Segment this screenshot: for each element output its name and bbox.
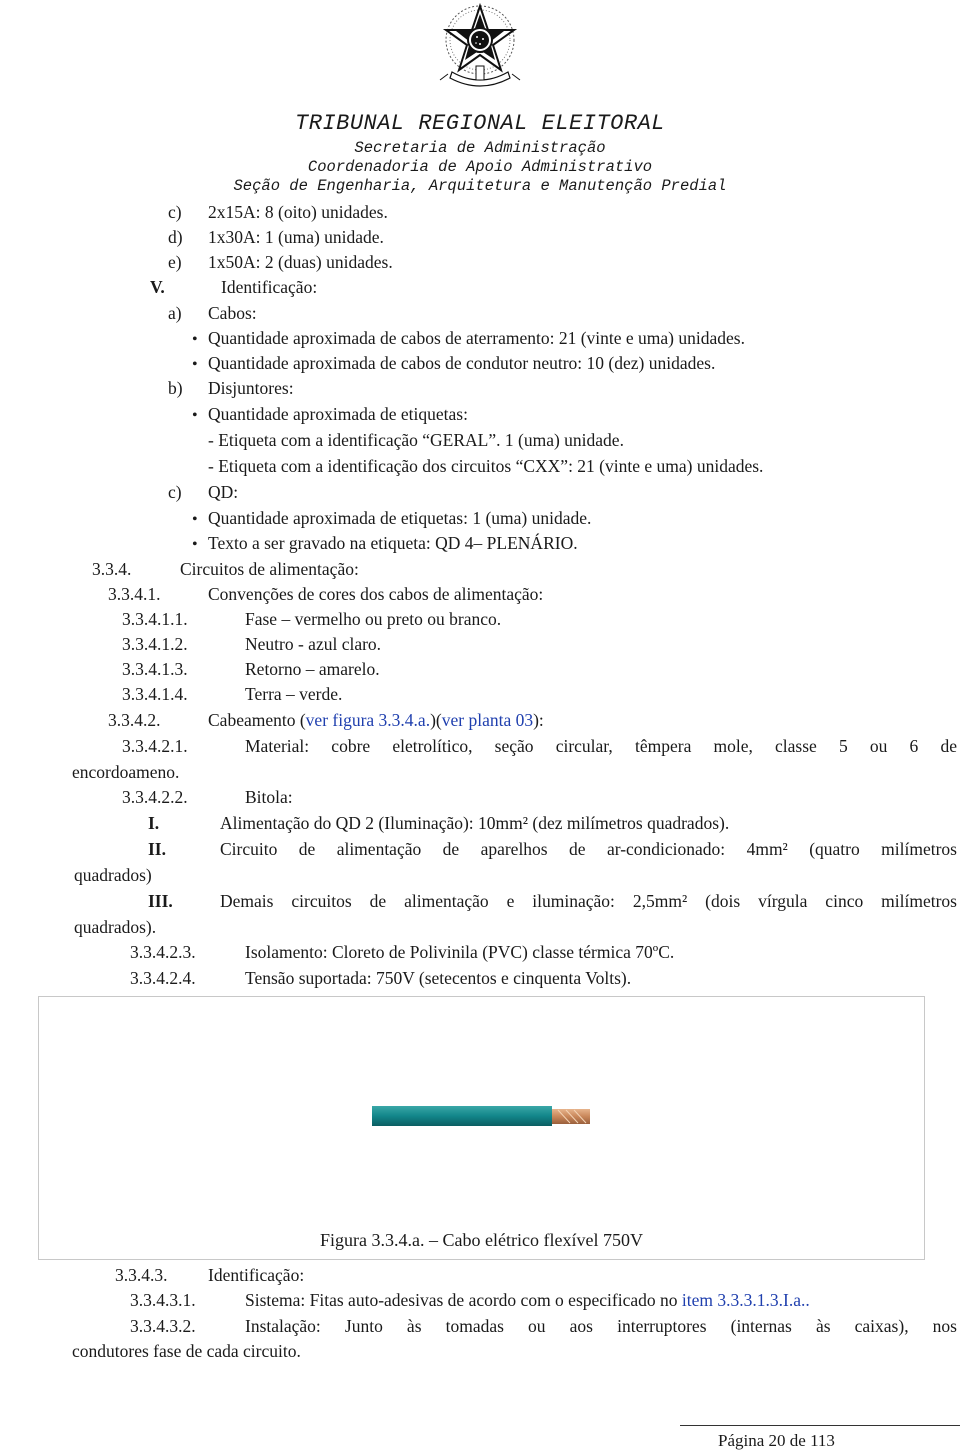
- section-number: 3.3.4.2.2.: [122, 787, 188, 807]
- list-marker: a): [168, 303, 182, 323]
- section-number: 3.3.4.2.: [108, 710, 161, 730]
- paragraph-line: Instalação: Junto às tomadas ou aos inte…: [245, 1316, 957, 1336]
- bullet-item: Quantidade aproximada de cabos de aterra…: [192, 327, 745, 351]
- color-convention: Fase – vermelho ou preto ou branco.: [245, 609, 502, 629]
- section-heading: Identificação:: [221, 277, 318, 297]
- color-convention: Neutro - azul claro.: [245, 634, 382, 654]
- header-line-2: Coordenadoria de Apoio Administrativo: [307, 158, 653, 176]
- sub-item: - Etiqueta com a identificação “GERAL”. …: [208, 430, 624, 450]
- plan-link[interactable]: ver planta 03: [442, 710, 533, 730]
- gauge-item: Alimentação do QD 2 (Iluminação): 10mm² …: [220, 813, 730, 833]
- paragraph-line: condutores fase de cada circuito.: [72, 1341, 301, 1361]
- figure-link[interactable]: ver figura 3.3.4.a.: [306, 710, 430, 730]
- gauge-item-cont: quadrados): [74, 865, 152, 885]
- figure-frame: Figura 3.3.4.a. – Cabo elétrico flexível…: [38, 996, 925, 1260]
- list-marker: b): [168, 378, 183, 398]
- roman-marker: II.: [148, 839, 166, 859]
- section-number: 3.3.4.1.2.: [122, 634, 188, 654]
- paragraph-line: encordoameno.: [72, 762, 180, 782]
- coat-of-arms-emblem: [439, 2, 521, 87]
- section-number: 3.3.4.3.: [115, 1265, 168, 1285]
- section-heading: Identificação:: [208, 1265, 305, 1285]
- list-marker: d): [168, 227, 183, 247]
- list-item: Cabos:: [208, 303, 257, 323]
- list-marker: e): [168, 252, 182, 272]
- bullet-text: Quantidade aproximada de cabos de aterra…: [208, 328, 745, 348]
- bullet-text: Texto a ser gravado na etiqueta: QD 4– P…: [208, 533, 578, 553]
- list-item: 2x15A: 8 (oito) unidades.: [208, 202, 388, 222]
- section-heading: Cabeamento (ver figura 3.3.4.a.)(ver pla…: [208, 709, 544, 731]
- heading-text: Cabeamento (: [208, 710, 306, 730]
- section-number: 3.3.4.2.3.: [130, 942, 196, 962]
- gauge-item: Circuito de alimentação de aparelhos de …: [220, 839, 957, 859]
- paragraph: Isolamento: Cloreto de Polivinila (PVC) …: [245, 942, 675, 962]
- bullet-item: Quantidade aproximada de etiquetas:: [192, 403, 468, 427]
- list-item: QD:: [208, 482, 239, 502]
- list-item: Disjuntores:: [208, 378, 294, 398]
- cable-image: [372, 1106, 590, 1126]
- color-convention: Terra – verde.: [245, 684, 343, 704]
- figure-caption: Figura 3.3.4.a. – Cabo elétrico flexível…: [320, 1230, 643, 1250]
- section-number: 3.3.4.1.4.: [122, 684, 188, 704]
- paragraph: Sistema: Fitas auto-adesivas de acordo c…: [245, 1289, 810, 1311]
- gauge-item-cont: quadrados).: [74, 917, 157, 937]
- list-item: 1x50A: 2 (duas) unidades.: [208, 252, 393, 272]
- sub-item: - Etiqueta com a identificação dos circu…: [208, 456, 764, 476]
- item-link[interactable]: item 3.3.3.1.3.I.a..: [682, 1290, 810, 1310]
- paragraph-line: Material: cobre eletrolítico, seção circ…: [245, 736, 957, 756]
- heading-text: ):: [533, 710, 544, 730]
- page-number: Página 20 de 113: [718, 1431, 835, 1450]
- org-title: TRIBUNAL REGIONAL ELEITORAL: [295, 111, 665, 136]
- section-number: 3.3.4.1.1.: [122, 609, 188, 629]
- bullet-text: Quantidade aproximada de etiquetas:: [208, 404, 468, 424]
- section-marker: V.: [150, 277, 165, 297]
- list-marker: c): [168, 482, 182, 502]
- bullet-text: Quantidade aproximada de etiquetas: 1 (u…: [208, 508, 592, 528]
- color-convention: Retorno – amarelo.: [245, 659, 380, 679]
- bullet-item: Quantidade aproximada de etiquetas: 1 (u…: [192, 507, 591, 531]
- list-item: 1x30A: 1 (uma) unidade.: [208, 227, 384, 247]
- roman-marker: I.: [148, 813, 160, 833]
- section-number: 3.3.4.3.1.: [130, 1290, 196, 1310]
- footer-divider: [680, 1425, 960, 1426]
- paragraph: Tensão suportada: 750V (setecentos e cin…: [245, 968, 632, 988]
- section-heading: Convenções de cores dos cabos de aliment…: [208, 584, 544, 604]
- bullet-text: Quantidade aproximada de cabos de condut…: [208, 353, 716, 373]
- paragraph-text: Sistema: Fitas auto-adesivas de acordo c…: [245, 1290, 682, 1310]
- gauge-item: Demais circuitos de alimentação e ilumin…: [220, 891, 957, 911]
- section-heading: Bitola:: [245, 787, 293, 807]
- section-heading: Circuitos de alimentação:: [180, 559, 359, 579]
- header-line-1: Secretaria de Administração: [354, 139, 606, 157]
- header-line-3: Seção de Engenharia, Arquitetura e Manut…: [233, 177, 727, 195]
- section-number: 3.3.4.2.4.: [130, 968, 196, 988]
- section-number: 3.3.4.: [92, 559, 132, 579]
- section-number: 3.3.4.2.1.: [122, 736, 188, 756]
- section-number: 3.3.4.3.2.: [130, 1316, 196, 1336]
- section-number: 3.3.4.1.3.: [122, 659, 188, 679]
- bullet-item: Texto a ser gravado na etiqueta: QD 4– P…: [192, 532, 578, 556]
- bullet-item: Quantidade aproximada de cabos de condut…: [192, 352, 715, 376]
- heading-text: )(: [430, 710, 442, 730]
- list-marker: c): [168, 202, 182, 222]
- roman-marker: III.: [148, 891, 173, 911]
- section-number: 3.3.4.1.: [108, 584, 161, 604]
